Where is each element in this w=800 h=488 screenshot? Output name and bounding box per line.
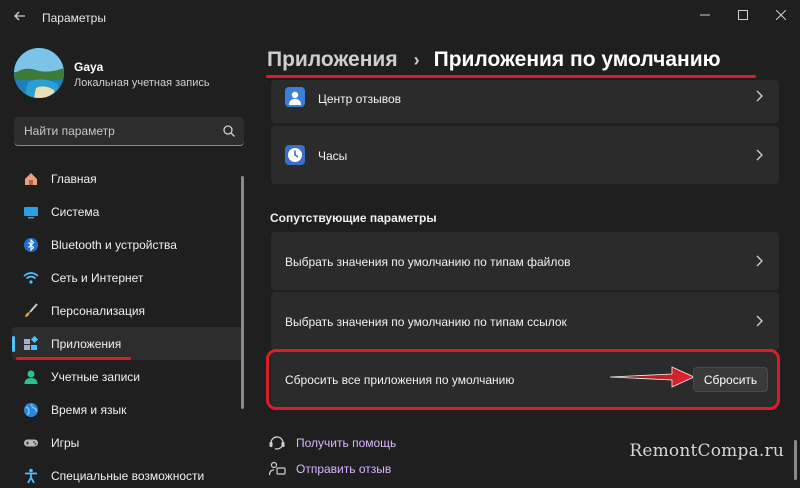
sidebar-item-label: Bluetooth и устройства [51, 237, 177, 252]
sidebar-item-label: Игры [51, 435, 80, 450]
sidebar-item-label: Время и язык [51, 402, 127, 417]
apps-icon [22, 335, 40, 353]
brush-icon [22, 302, 40, 320]
annotation-underline-nav [16, 357, 131, 360]
feedback-hub-icon [285, 87, 305, 107]
sidebar-item-system[interactable]: Система [12, 195, 244, 228]
sidebar-item-label: Система [51, 204, 100, 219]
chevron-right-icon [756, 149, 763, 161]
arrow-left-icon [14, 11, 25, 21]
chevron-right-icon: › [413, 49, 420, 70]
app-card-feedback-hub[interactable]: Центр отзывов [271, 80, 779, 123]
sidebar-item-time-language[interactable]: Время и язык [12, 393, 244, 426]
sidebar-item-label: Сеть и Интернет [51, 270, 144, 285]
send-feedback-label: Отправить отзыв [296, 462, 392, 476]
accounts-icon [22, 368, 40, 386]
sidebar-scrollbar[interactable] [241, 176, 244, 409]
content-scrollbar[interactable] [794, 440, 797, 480]
related-link-label: Выбрать значения по умолчанию по типам ф… [285, 255, 571, 269]
annotation-underline-header [266, 75, 756, 78]
clock-icon [285, 145, 305, 165]
close-icon [776, 10, 786, 20]
sidebar-item-label: Специальные возможности [51, 468, 205, 483]
sidebar-item-home[interactable]: Главная [12, 162, 244, 195]
accessibility-icon [22, 467, 40, 485]
gamepad-icon [22, 434, 40, 452]
avatar [14, 48, 64, 98]
get-help-link[interactable]: Получить помощь [268, 434, 396, 452]
search-placeholder: Найти параметр [24, 124, 115, 138]
close-button[interactable] [762, 0, 800, 30]
sidebar-nav: Главная Система Bluetooth и устройства С… [12, 162, 244, 488]
minimize-icon [700, 14, 710, 16]
chevron-right-icon [756, 90, 763, 102]
search-icon [223, 125, 235, 137]
bluetooth-icon [22, 236, 40, 254]
user-profile[interactable]: Gaya Локальная учетная запись [14, 44, 254, 100]
title-bar: Параметры [0, 0, 800, 34]
sidebar-item-gaming[interactable]: Игры [12, 426, 244, 459]
help-icon [269, 436, 285, 450]
app-card-clock[interactable]: Часы [271, 126, 779, 184]
network-icon [22, 269, 40, 287]
send-feedback-link[interactable]: Отправить отзыв [268, 460, 391, 478]
avatar-image [14, 48, 64, 98]
related-link-link-types[interactable]: Выбрать значения по умолчанию по типам с… [271, 292, 779, 350]
maximize-icon [738, 10, 748, 20]
window-controls [686, 0, 800, 30]
chevron-right-icon [756, 255, 763, 267]
system-icon [22, 203, 40, 221]
reset-button[interactable]: Сбросить [693, 367, 768, 392]
app-label: Часы [318, 149, 348, 163]
watermark: RemontCompa.ru [629, 441, 784, 461]
sidebar-item-network[interactable]: Сеть и Интернет [12, 261, 244, 294]
app-title: Параметры [42, 11, 106, 25]
account-type: Локальная учетная запись [74, 77, 210, 89]
sidebar-item-label: Приложения [51, 336, 122, 351]
minimize-button[interactable] [686, 0, 724, 30]
sidebar-item-bluetooth[interactable]: Bluetooth и устройства [12, 228, 244, 261]
settings-window: Параметры Gaya Локальная учетная запись … [0, 0, 800, 488]
search-input[interactable]: Найти параметр [14, 117, 244, 146]
breadcrumb-parent[interactable]: Приложения [267, 48, 398, 72]
globe-icon [22, 401, 40, 419]
sidebar-item-label: Главная [51, 171, 97, 186]
sidebar-item-accessibility[interactable]: Специальные возможности [12, 459, 244, 488]
maximize-button[interactable] [724, 0, 762, 30]
sidebar-item-label: Персонализация [51, 303, 146, 318]
sidebar-item-personalization[interactable]: Персонализация [12, 294, 244, 327]
page-title: Приложения по умолчанию [433, 48, 721, 71]
sidebar-item-label: Учетные записи [51, 369, 140, 384]
breadcrumb: Приложения › Приложения по умолчанию [267, 48, 721, 72]
feedback-icon [268, 461, 286, 476]
chevron-right-icon [756, 315, 763, 327]
section-title-related: Сопутствующие параметры [270, 211, 437, 225]
related-link-label: Выбрать значения по умолчанию по типам с… [285, 315, 567, 329]
user-name: Gaya [74, 60, 104, 74]
sidebar-item-apps[interactable]: Приложения [12, 327, 244, 360]
app-label: Центр отзывов [318, 92, 402, 106]
sidebar-item-accounts[interactable]: Учетные записи [12, 360, 244, 393]
get-help-label: Получить помощь [296, 436, 397, 450]
annotation-arrow-icon [610, 366, 695, 388]
back-button[interactable] [10, 8, 30, 28]
home-icon [22, 170, 40, 188]
related-link-file-types[interactable]: Выбрать значения по умолчанию по типам ф… [271, 232, 779, 290]
